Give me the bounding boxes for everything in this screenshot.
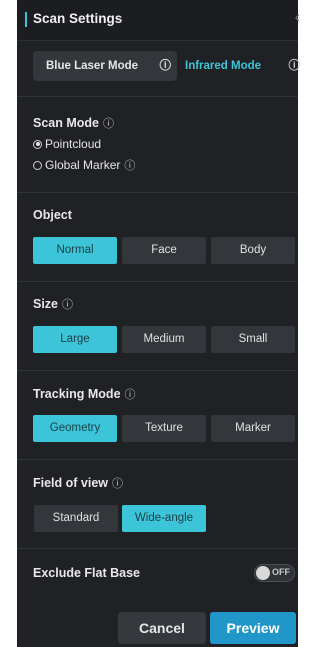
object-option-normal[interactable]: Normal — [33, 237, 117, 264]
tracking-option-texture[interactable]: Texture — [122, 415, 206, 442]
size-title-text: Size — [33, 297, 59, 311]
divider — [17, 192, 298, 193]
object-option-face[interactable]: Face — [122, 237, 206, 264]
chevron-left-icon[interactable]: ‹ — [295, 9, 300, 27]
tracking-mode-title: Tracking Mode ⓘ — [33, 386, 136, 402]
info-icon[interactable]: ⓘ — [125, 389, 136, 401]
radio-pointcloud[interactable]: Pointcloud — [33, 137, 101, 151]
toggle-state-label: OFF — [272, 567, 290, 577]
info-icon[interactable]: ⓘ — [289, 51, 301, 81]
info-icon[interactable]: ⓘ — [124, 157, 135, 173]
size-title: Size ⓘ — [33, 296, 73, 312]
size-option-large[interactable]: Large — [33, 326, 117, 353]
radio-unselected-icon — [33, 160, 42, 170]
cancel-button[interactable]: Cancel — [118, 612, 206, 644]
info-icon[interactable]: ⓘ — [103, 118, 114, 130]
exclude-flat-base-title: Exclude Flat Base — [33, 566, 140, 580]
blue-laser-mode-label: Blue Laser Mode — [46, 60, 139, 72]
fov-option-standard[interactable]: Standard — [34, 505, 118, 532]
scan-settings-panel: Scan Settings ‹ Blue Laser Mode ⓘ Infrar… — [17, 0, 301, 647]
title-accent-bar — [25, 12, 27, 27]
divider — [17, 459, 298, 460]
divider — [17, 281, 298, 282]
radio-global-marker-label: Global Marker — [45, 158, 121, 172]
field-of-view-title-text: Field of view — [33, 476, 109, 490]
size-option-medium[interactable]: Medium — [122, 326, 206, 353]
field-of-view-title: Field of view ⓘ — [33, 475, 123, 491]
divider — [17, 370, 298, 371]
tracking-option-geometry[interactable]: Geometry — [33, 415, 117, 442]
exclude-flat-base-toggle[interactable]: OFF — [254, 564, 295, 582]
info-icon[interactable]: ⓘ — [62, 299, 73, 311]
radio-selected-icon — [33, 139, 42, 149]
info-icon[interactable]: ⓘ — [160, 51, 172, 81]
laser-mode-row: Blue Laser Mode ⓘ Infrared Mode ⓘ — [17, 41, 301, 91]
infrared-mode-label: Infrared Mode — [185, 60, 262, 72]
panel-header: Scan Settings ‹ — [17, 0, 300, 41]
blue-laser-mode-button[interactable]: Blue Laser Mode ⓘ — [33, 51, 177, 81]
scan-mode-title: Scan Mode ⓘ — [33, 115, 114, 131]
preview-button[interactable]: Preview — [210, 612, 296, 644]
divider — [17, 96, 298, 97]
radio-pointcloud-label: Pointcloud — [45, 137, 102, 151]
infrared-mode-button[interactable]: Infrared Mode ⓘ — [179, 51, 301, 81]
radio-global-marker[interactable]: Global Marker ⓘ — [33, 157, 135, 173]
panel-title: Scan Settings — [33, 11, 123, 26]
divider — [17, 548, 298, 549]
object-title: Object — [33, 208, 72, 222]
size-option-small[interactable]: Small — [211, 326, 295, 353]
fov-option-wide-angle[interactable]: Wide-angle — [122, 505, 206, 532]
tracking-mode-title-text: Tracking Mode — [33, 387, 121, 401]
info-icon[interactable]: ⓘ — [112, 478, 123, 490]
toggle-knob — [256, 566, 270, 580]
object-option-body[interactable]: Body — [211, 237, 295, 264]
scan-mode-title-text: Scan Mode — [33, 116, 99, 130]
tracking-option-marker[interactable]: Marker — [211, 415, 295, 442]
